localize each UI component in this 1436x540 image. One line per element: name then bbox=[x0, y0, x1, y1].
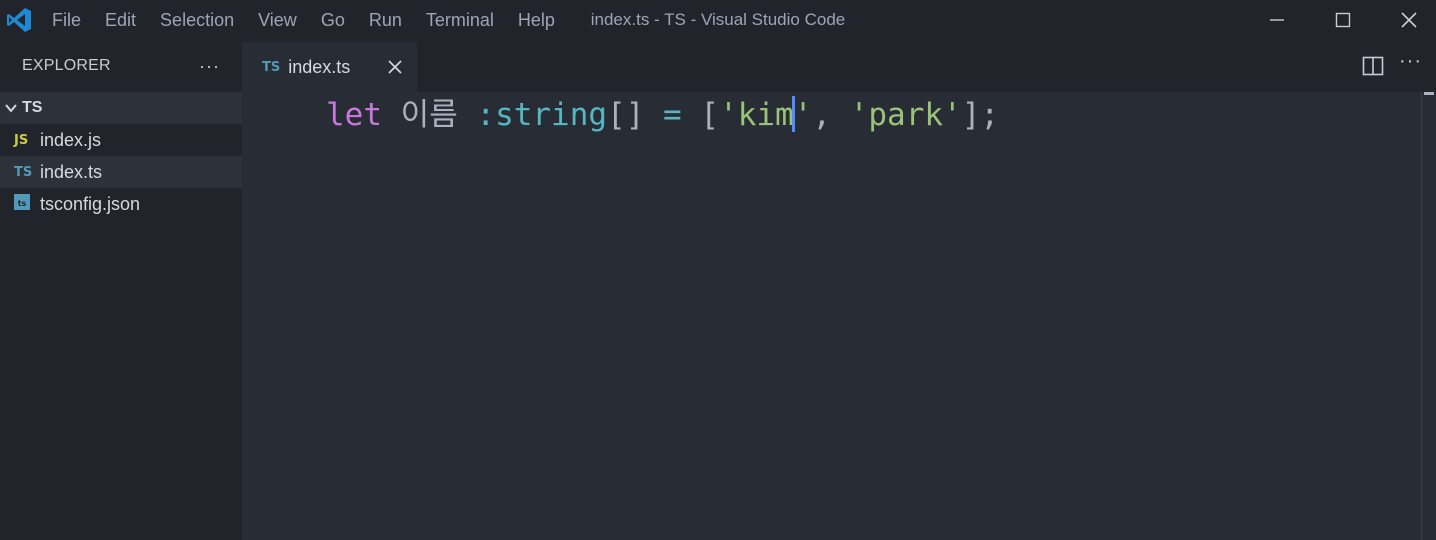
explorer-more-actions-button[interactable]: ··· bbox=[199, 56, 220, 77]
file-label: index.ts bbox=[40, 161, 103, 182]
token-array-brackets: [] bbox=[607, 97, 645, 133]
explorer-title: EXPLORER bbox=[22, 57, 111, 74]
editor-more-actions-button[interactable]: ··· bbox=[1399, 50, 1422, 73]
token-string-kim: 'kim bbox=[719, 97, 794, 133]
tab-close-button[interactable] bbox=[383, 55, 407, 79]
maximize-button[interactable] bbox=[1310, 0, 1376, 40]
token-variable: 이름 bbox=[400, 97, 458, 133]
title-bar: File Edit Selection View Go Run Terminal… bbox=[0, 0, 1436, 40]
minimize-button[interactable] bbox=[1244, 0, 1310, 40]
token-string-kim-end: ' bbox=[793, 97, 813, 133]
token-equals: = bbox=[663, 97, 682, 133]
file-tsconfig-json[interactable]: ts tsconfig.json bbox=[0, 188, 242, 220]
close-icon bbox=[388, 60, 402, 74]
menu-help[interactable]: Help bbox=[518, 10, 555, 31]
token-type: string bbox=[495, 97, 608, 133]
token-comma: , bbox=[812, 97, 832, 133]
token-close: ]; bbox=[961, 97, 1000, 133]
menu-selection[interactable]: Selection bbox=[160, 10, 234, 31]
explorer-sidebar: EXPLORER ··· TS JS index.js TS index.ts … bbox=[0, 40, 242, 540]
tab-index-ts[interactable]: TS index.ts bbox=[242, 42, 417, 92]
chevron-down-icon bbox=[0, 101, 22, 115]
menu-edit[interactable]: Edit bbox=[105, 10, 136, 31]
folder-ts[interactable]: TS bbox=[0, 92, 242, 124]
menu-file[interactable]: File bbox=[52, 10, 81, 31]
split-editor-button[interactable] bbox=[1362, 55, 1384, 77]
token-colon: : bbox=[476, 97, 496, 133]
close-window-button[interactable] bbox=[1376, 0, 1436, 40]
menu-view[interactable]: View bbox=[258, 10, 297, 31]
menu-go[interactable]: Go bbox=[321, 10, 345, 31]
tab-label: index.ts bbox=[288, 56, 351, 77]
tab-bar: TS index.ts ··· bbox=[242, 40, 1436, 92]
ts-file-icon: TS bbox=[14, 164, 33, 180]
code-line-1[interactable]: let 이름 :string[] = ['kim', 'park']; bbox=[326, 94, 999, 136]
minimize-icon bbox=[1270, 19, 1284, 21]
menu-terminal[interactable]: Terminal bbox=[426, 10, 494, 31]
close-icon bbox=[1401, 12, 1417, 28]
scrollbar-cursor-marker bbox=[1424, 92, 1434, 95]
file-index-js[interactable]: JS index.js bbox=[0, 124, 242, 156]
svg-text:ts: ts bbox=[18, 199, 27, 208]
vscode-logo-icon bbox=[6, 7, 32, 33]
token-open-bracket: [ bbox=[700, 97, 720, 133]
js-file-icon: JS bbox=[14, 132, 29, 148]
file-label: index.js bbox=[40, 129, 102, 150]
code-editor[interactable]: let 이름 :string[] = ['kim', 'park']; bbox=[242, 92, 1422, 540]
folder-label: TS bbox=[22, 99, 43, 116]
file-index-ts[interactable]: TS index.ts bbox=[0, 156, 242, 188]
explorer-header: EXPLORER ··· bbox=[0, 40, 242, 92]
menu-run[interactable]: Run bbox=[369, 10, 402, 31]
maximize-icon bbox=[1335, 12, 1351, 28]
ts-file-icon: TS bbox=[262, 59, 281, 75]
tsconfig-icon: ts bbox=[14, 194, 40, 214]
token-string-park: 'park' bbox=[849, 97, 962, 133]
file-label: tsconfig.json bbox=[40, 193, 141, 214]
token-keyword: let bbox=[326, 97, 382, 133]
split-editor-icon bbox=[1362, 56, 1384, 76]
vertical-scrollbar[interactable] bbox=[1421, 92, 1436, 540]
